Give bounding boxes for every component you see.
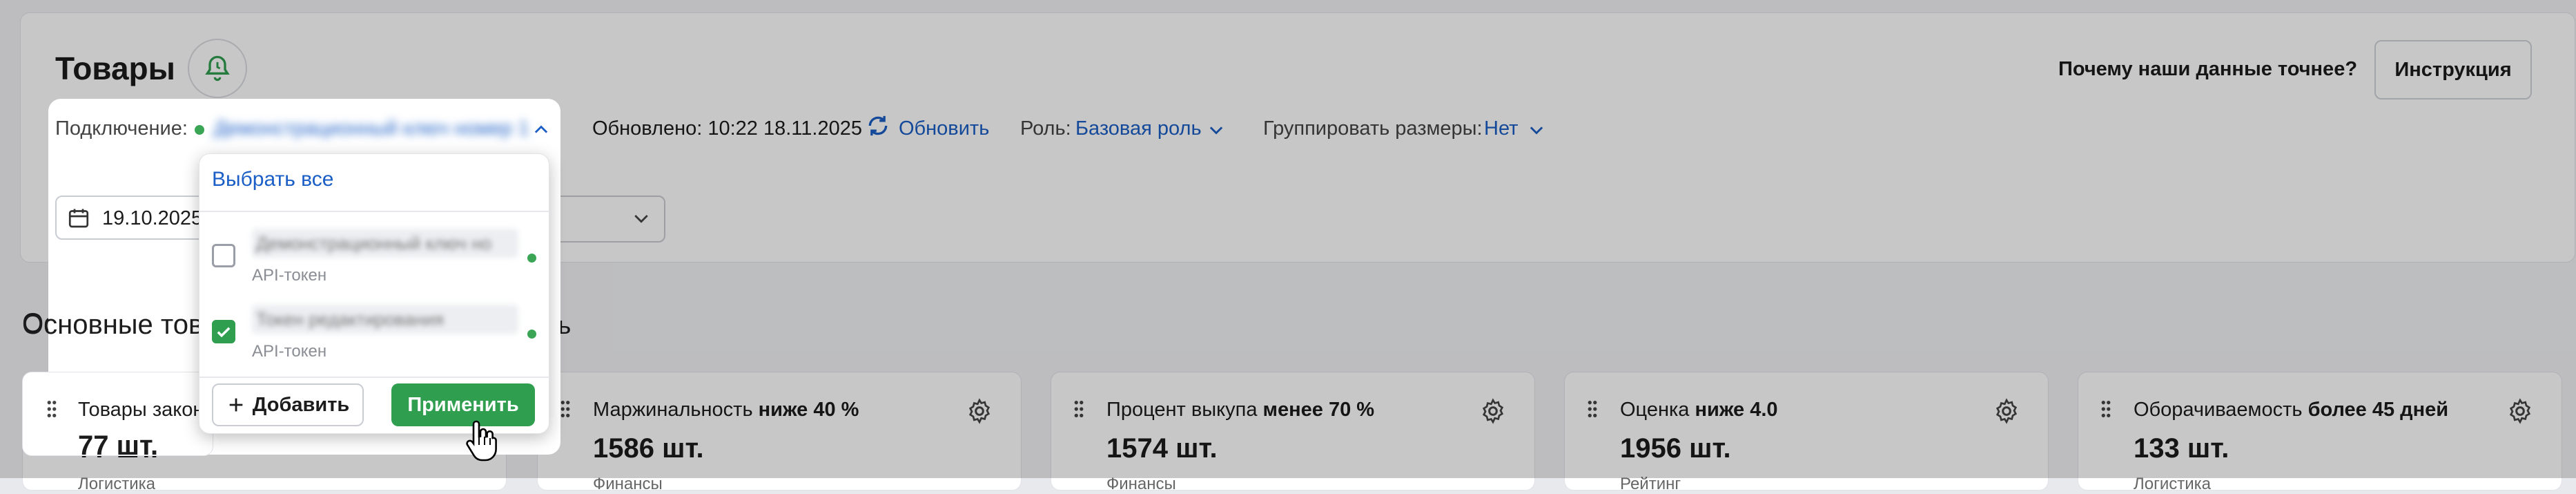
option-type: API-токен <box>252 266 327 285</box>
chevron-up-icon <box>534 125 548 133</box>
card-category: Финансы <box>1106 475 1176 493</box>
divider <box>199 377 549 378</box>
drag-handle-icon[interactable] <box>2099 399 2113 419</box>
card-category: Рейтинг <box>1620 475 1681 493</box>
group-sizes-select[interactable]: Нет <box>1484 117 1518 140</box>
plus-icon <box>229 398 243 412</box>
card-value: 1956 шт. <box>1620 433 1731 464</box>
option-status-dot <box>527 254 536 263</box>
card-value: 1574 шт. <box>1106 433 1218 464</box>
instruction-button[interactable]: Инструкция <box>2374 40 2532 99</box>
add-button-label: Добавить <box>252 393 350 416</box>
metric-card[interactable]: Оценка ниже 4.0 1956 шт. Рейтинг <box>1564 372 2049 493</box>
select-all-link[interactable]: Выбрать все <box>212 168 333 191</box>
card-label: Маржинальность ниже 40 % <box>593 399 859 421</box>
drag-handle-icon[interactable] <box>1585 399 1599 419</box>
card-label: Оценка ниже 4.0 <box>1620 399 1778 421</box>
popup-connection-label: Подключение: <box>55 117 188 140</box>
card-label: Оборачиваемость более 45 дней <box>2134 399 2449 421</box>
drag-handle-icon[interactable] <box>558 399 572 419</box>
apply-button[interactable]: Применить <box>391 383 535 426</box>
bell-icon <box>205 55 230 82</box>
chevron-down-icon <box>634 215 648 223</box>
add-connection-button[interactable]: Добавить <box>212 383 364 426</box>
option-name: Демонстрационный ключ но <box>252 229 518 258</box>
drag-handle-icon[interactable] <box>1072 399 1086 419</box>
drag-handle-icon[interactable] <box>45 399 59 419</box>
notification-bell-button[interactable] <box>188 39 247 98</box>
card-label: Процент выкупа менее 70 % <box>1106 399 1375 421</box>
updated-text: Обновлено: 10:22 18.11.2025 <box>592 117 862 140</box>
divider <box>199 211 549 212</box>
connection-dropdown: Выбрать все Демонстрационный ключ но API… <box>199 153 549 434</box>
option-name: Токен редактирования <box>252 305 518 334</box>
popup-connection-select[interactable]: Демонстрационный ключ номер 1 <box>214 117 531 140</box>
option-type: API-токен <box>252 342 327 361</box>
metric-card[interactable]: Процент выкупа менее 70 % 1574 шт. Финан… <box>1051 372 1535 493</box>
group-sizes-label: Группировать размеры: <box>1263 117 1483 140</box>
card-category: Логистика <box>78 475 156 493</box>
metric-card[interactable]: Маржинальность ниже 40 % 1586 шт. Финанс… <box>537 372 1022 493</box>
refresh-icon[interactable] <box>864 112 892 140</box>
card-value: 1586 шт. <box>593 433 704 464</box>
role-label: Роль: <box>1020 117 1071 140</box>
calendar-icon <box>68 209 89 228</box>
refresh-button[interactable]: Обновить <box>899 117 989 140</box>
hand-cursor-icon <box>466 420 497 462</box>
page-background: Товары Почему наши данные точнее? Инстру… <box>0 0 2576 493</box>
connection-option[interactable]: Демонстрационный ключ но API-токен <box>212 226 536 295</box>
gear-icon[interactable] <box>2506 397 2534 425</box>
option-status-dot <box>527 330 536 339</box>
gear-icon[interactable] <box>1479 397 1507 425</box>
gear-icon[interactable] <box>966 397 993 425</box>
check-icon <box>217 327 231 338</box>
connection-status-dot <box>195 125 204 135</box>
role-select[interactable]: Базовая роль <box>1075 117 1202 140</box>
connection-option[interactable]: Токен редактирования API-токен <box>212 302 536 371</box>
card-category: Финансы <box>593 475 663 493</box>
option-checkbox[interactable] <box>212 320 235 343</box>
popup-metric-card[interactable]: Товары закон 77 шт. <box>22 372 213 461</box>
popup-date-input[interactable]: 19.10.2025 <box>55 196 214 240</box>
page-title: Товары <box>55 50 175 86</box>
card-value: 133 шт. <box>2134 433 2229 464</box>
gear-icon[interactable] <box>1993 397 2020 425</box>
popup-card-value: 77 шт. <box>78 430 159 461</box>
chevron-down-icon <box>1530 126 1543 135</box>
card-category: Логистика <box>2134 475 2212 493</box>
why-data-link[interactable]: Почему наши данные точнее? <box>2058 58 2357 81</box>
popup-date-value: 19.10.2025 <box>102 207 203 229</box>
chevron-down-icon <box>1209 126 1223 135</box>
metric-card[interactable]: Оборачиваемость более 45 дней 133 шт. Ло… <box>2078 372 2562 493</box>
option-checkbox[interactable] <box>212 244 235 267</box>
popup-card-label: Товары закон <box>78 399 204 421</box>
